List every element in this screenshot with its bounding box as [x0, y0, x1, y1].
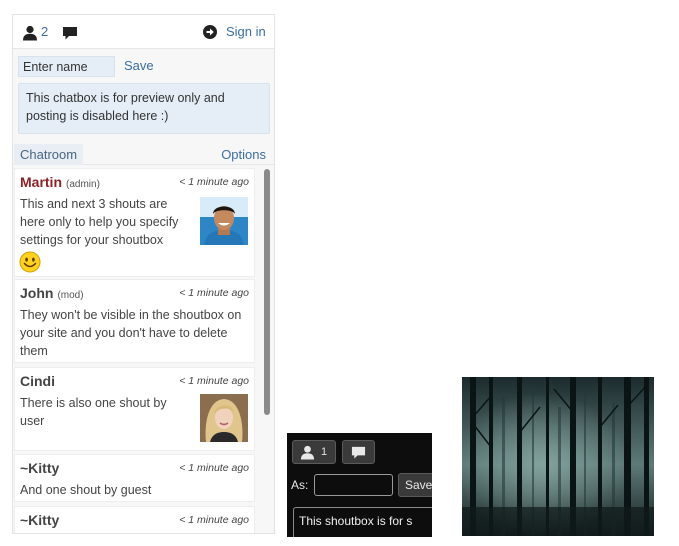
dark-save-button[interactable]: Save	[398, 473, 432, 497]
message-item: Cindi < 1 minute ago There is also one s…	[14, 367, 255, 451]
chatbox-topbar: 2 Sign in	[13, 15, 274, 49]
chat-bubble-icon[interactable]	[62, 25, 78, 41]
message-author[interactable]: Martin	[20, 174, 62, 190]
message-time: < 1 minute ago	[179, 176, 249, 188]
save-button[interactable]: Save	[124, 58, 154, 73]
user-icon[interactable]	[22, 25, 38, 41]
message-item: John (mod) < 1 minute ago They won't be v…	[14, 279, 255, 363]
dark-chat-button[interactable]	[342, 440, 375, 464]
sign-in-arrow-icon[interactable]	[203, 25, 217, 39]
preview-notice: This chatbox is for preview only and pos…	[18, 83, 270, 134]
dark-name-input[interactable]	[314, 474, 393, 496]
avatar-martin	[200, 197, 248, 245]
forest-background-image[interactable]	[462, 377, 654, 536]
tab-chatroom[interactable]: Chatroom	[14, 144, 84, 165]
message-author[interactable]: Cindi	[20, 373, 55, 389]
message-item: ~Kitty < 1 minute ago	[14, 506, 255, 533]
dark-online-count: 1	[321, 446, 328, 458]
dark-users-button[interactable]: 1	[292, 440, 336, 464]
name-input[interactable]	[18, 56, 115, 77]
dark-preview-notice: This shoutbox is for s	[293, 507, 432, 537]
message-time: < 1 minute ago	[179, 514, 249, 526]
message-list[interactable]: Martin (admin) < 1 minute ago This and ne…	[13, 166, 274, 533]
dark-theme-preview: 1 As: Save This shoutbox is for s	[287, 433, 432, 537]
avatar-cindi	[200, 394, 248, 442]
chat-bubble-icon	[351, 446, 366, 459]
message-text: They won't be visible in the shoutbox on…	[20, 308, 242, 358]
message-time: < 1 minute ago	[179, 287, 249, 299]
tabs-row: Chatroom Options	[13, 143, 274, 165]
message-author[interactable]: ~Kitty	[20, 512, 59, 528]
dark-as-label: As:	[291, 478, 309, 492]
message-item: ~Kitty < 1 minute ago And one shout by g…	[14, 454, 255, 502]
message-role: (mod)	[57, 290, 84, 301]
message-time: < 1 minute ago	[179, 462, 249, 474]
message-author[interactable]: ~Kitty	[20, 460, 59, 476]
message-scrollbar[interactable]	[264, 169, 270, 415]
chatbox-widget: 2 Sign in Save This chatbox is for previ…	[12, 14, 275, 534]
message-item: Martin (admin) < 1 minute ago This and ne…	[14, 168, 255, 277]
smiley-icon	[19, 251, 41, 273]
sign-in-link[interactable]: Sign in	[226, 24, 266, 39]
message-text: And one shout by guest	[20, 483, 152, 497]
online-users-count[interactable]: 2	[41, 24, 48, 39]
message-text: This and next 3 shouts are here only to …	[20, 197, 179, 247]
user-icon	[300, 445, 315, 460]
message-time: < 1 minute ago	[179, 375, 249, 387]
message-role: (admin)	[66, 179, 100, 190]
message-text: There is also one shout by user	[20, 396, 167, 428]
message-author[interactable]: John	[20, 285, 53, 301]
options-link[interactable]: Options	[221, 147, 266, 162]
